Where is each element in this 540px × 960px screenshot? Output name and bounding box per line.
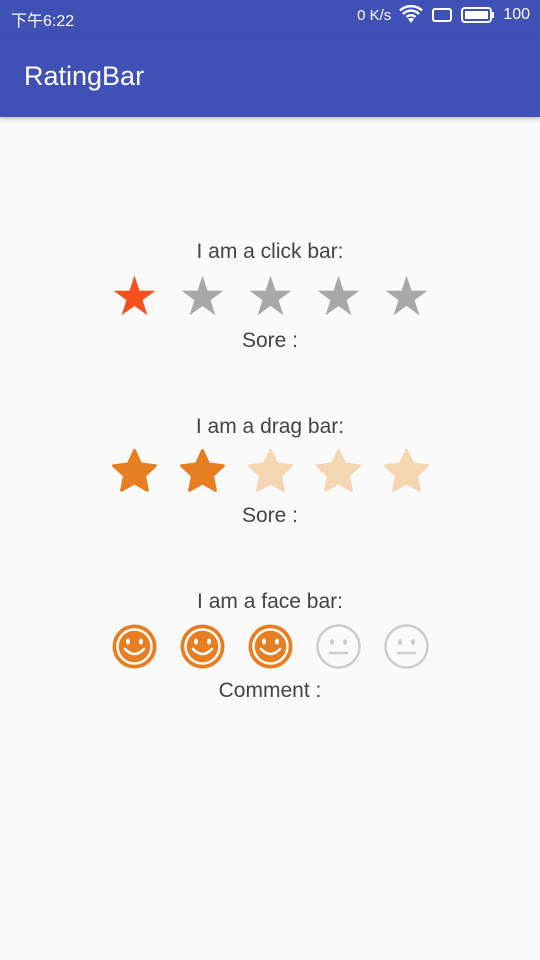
face-bar-section: I am a face bar: Comment :: [0, 590, 540, 703]
sim-icon: [432, 8, 453, 22]
face-bar-comment: Comment :: [218, 679, 322, 702]
app-title: RatingBar: [24, 61, 145, 91]
status-icons: 0 K/s 100: [357, 5, 530, 25]
star-empty-icon[interactable]: [315, 449, 361, 494]
drag-bar-label: I am a drag bar:: [195, 415, 345, 438]
net-speed: 0 K/s: [357, 6, 392, 24]
star-empty-icon[interactable]: [247, 449, 293, 494]
star-filled-icon[interactable]: [112, 274, 157, 319]
battery-icon: [461, 7, 495, 23]
star-empty-icon[interactable]: [383, 449, 429, 494]
wifi-icon: [399, 5, 424, 23]
smiley-face-icon[interactable]: [248, 624, 293, 669]
app-bar: RatingBar: [0, 33, 540, 117]
smiley-face-icon[interactable]: [180, 624, 225, 669]
click-bar-section: I am a click bar: Sore :: [0, 240, 540, 353]
status-time: 下午6:22: [11, 13, 75, 30]
smiley-face-icon[interactable]: [112, 624, 157, 669]
face-rating-bar[interactable]: [0, 624, 540, 669]
face-bar-label: I am a face bar:: [197, 590, 343, 613]
drag-bar-section: I am a drag bar: Sore :: [0, 415, 540, 528]
battery-level: 100: [503, 6, 530, 23]
click-bar-score: Sore :: [241, 329, 299, 352]
star-empty-icon[interactable]: [180, 274, 225, 319]
star-empty-icon[interactable]: [248, 274, 293, 319]
click-bar-label: I am a click bar:: [196, 240, 344, 263]
neutral-face-icon[interactable]: [383, 624, 429, 669]
star-filled-icon[interactable]: [179, 449, 225, 494]
status-bar: 下午6:22 0 K/s 100: [0, 0, 540, 33]
drag-bar-score: Sore :: [241, 504, 299, 527]
drag-rating-bar[interactable]: [0, 449, 540, 494]
click-rating-bar[interactable]: [0, 274, 540, 319]
neutral-face-icon[interactable]: [315, 624, 361, 669]
star-empty-icon[interactable]: [316, 274, 361, 319]
star-empty-icon[interactable]: [384, 274, 429, 319]
star-filled-icon[interactable]: [111, 449, 157, 494]
